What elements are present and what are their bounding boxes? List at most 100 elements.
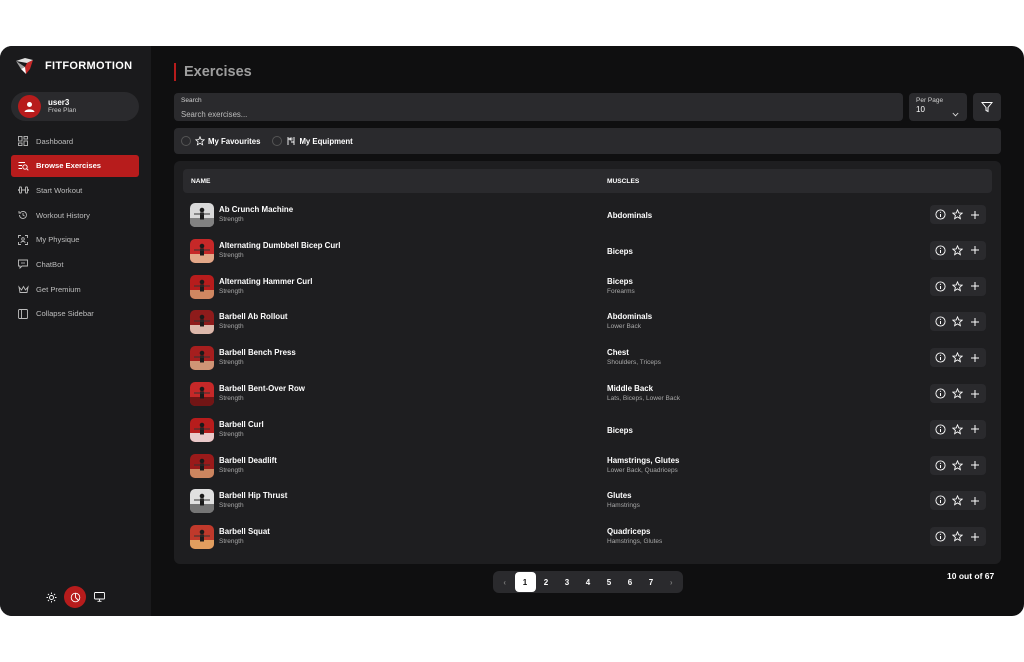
row-actions [930,312,986,332]
favourites-toggle[interactable]: My Favourites [181,136,260,146]
page-button-6[interactable]: 6 [620,572,641,592]
next-page-button[interactable]: › [662,572,682,592]
star-icon [952,531,964,542]
main-content: Exercises Search Per Page 10 My Favourit… [151,46,1024,616]
favourite-button[interactable] [951,208,965,222]
search-input[interactable] [181,110,896,119]
table-row[interactable]: Alternating Dumbbell Bicep Curl Strength B… [183,233,992,269]
exercise-name[interactable]: Alternating Hammer Curl [219,277,312,286]
sidebar-item-workout-history[interactable]: Workout History [11,204,139,226]
favourites-radio[interactable] [181,136,191,146]
equipment-radio[interactable] [272,136,283,146]
table-row[interactable]: Barbell Curl Strength Biceps [183,412,992,448]
sidebar-item-my-physique[interactable]: My Physique [11,229,139,251]
search-field[interactable]: Search [174,93,903,121]
add-button[interactable] [968,208,982,222]
exercise-name[interactable]: Barbell Bench Press [219,348,296,357]
favourite-button[interactable] [951,315,965,329]
exercise-name[interactable]: Barbell Ab Rollout [219,312,288,321]
primary-muscles: Abdominals [607,312,653,322]
add-button[interactable] [968,422,982,436]
primary-muscles: Abdominals [607,211,653,220]
page-button-1[interactable]: 1 [514,572,536,592]
table-row[interactable]: Barbell Deadlift Strength Hamstrings, Glut… [183,448,992,484]
info-button[interactable] [934,351,948,365]
moon-icon [70,592,80,602]
page-button-7[interactable]: 7 [641,572,662,592]
table-row[interactable]: Barbell Hip Thrust Strength Glutes Hamstrin… [183,483,992,519]
info-button[interactable] [934,387,948,401]
info-button[interactable] [934,279,948,293]
sidebar-item-chatbot[interactable]: ChatBot [11,253,139,275]
table-row[interactable]: Barbell Squat Strength Quadriceps Hamstring… [183,519,992,555]
page-button-4[interactable]: 4 [578,572,599,592]
add-button[interactable] [968,458,982,472]
favourite-button[interactable] [951,387,965,401]
brand-name: FITFORMOTION [45,60,133,72]
favourite-button[interactable] [951,458,965,472]
exercise-name[interactable]: Barbell Deadlift [219,456,277,465]
table-row[interactable]: Barbell Bent-Over Row Strength Middle Back… [183,376,992,412]
page-button-5[interactable]: 5 [599,572,620,592]
prev-page-button[interactable]: ‹ [495,572,515,592]
info-button[interactable] [934,422,948,436]
sidebar-item-label: Collapse Sidebar [36,309,94,319]
star-icon [952,280,964,292]
per-page-select[interactable]: Per Page 10 [909,93,967,121]
brand-logo[interactable]: FITFORMOTION [13,55,132,77]
favourite-button[interactable] [951,243,965,257]
exercise-name[interactable]: Alternating Dumbbell Bicep Curl [219,241,340,250]
exercise-name[interactable]: Ab Crunch Machine [219,205,293,214]
add-button[interactable] [968,279,982,293]
add-button[interactable] [968,530,982,544]
add-button[interactable] [968,351,982,365]
exercise-name[interactable]: Barbell Bent-Over Row [219,384,305,393]
favourite-button[interactable] [951,494,965,508]
favourite-button[interactable] [951,530,965,544]
filter-button[interactable] [973,93,1001,121]
add-button[interactable] [968,387,982,401]
info-button[interactable] [934,208,948,222]
info-button[interactable] [934,458,948,472]
table-row[interactable]: Alternating Hammer Curl Strength Biceps For… [183,269,992,305]
plus-icon [971,425,980,434]
info-button[interactable] [934,243,948,257]
chevron-down-icon [952,104,959,122]
filter-toggles: My Favourites My Equipment [174,128,1001,154]
add-button[interactable] [968,494,982,508]
row-actions [930,527,986,547]
user-card[interactable]: user3 Free Plan [11,92,139,121]
theme-dark-button[interactable] [64,586,86,608]
primary-muscles: Biceps [607,425,633,435]
theme-light-button[interactable] [40,586,62,608]
exercise-name[interactable]: Barbell Squat [219,527,270,536]
equipment-label: My Equipment [299,136,353,146]
pagination: ‹ 1234567 › [493,571,683,593]
theme-system-button[interactable] [88,586,110,608]
favourite-button[interactable] [951,351,965,365]
star-icon [952,352,964,363]
table-row[interactable]: Barbell Bench Press Strength Chest Shoulder… [183,340,992,376]
sidebar-item-dashboard[interactable]: Dashboard [11,130,139,152]
favourite-button[interactable] [951,422,965,436]
info-button[interactable] [934,315,948,329]
table-row[interactable]: Ab Crunch Machine Strength Abdominals [183,197,992,233]
equipment-toggle[interactable]: My Equipment [272,136,353,146]
page-button-2[interactable]: 2 [536,572,557,592]
page-button-3[interactable]: 3 [557,572,578,592]
sidebar-item-collapse-sidebar[interactable]: Collapse Sidebar [11,303,139,325]
favourite-button[interactable] [951,279,965,293]
exercise-thumbnail [190,525,214,550]
exercise-name[interactable]: Barbell Curl [219,420,264,429]
info-icon [935,281,946,292]
sidebar-item-get-premium[interactable]: Get Premium [11,278,139,300]
add-button[interactable] [968,243,982,257]
info-button[interactable] [934,494,948,508]
info-button[interactable] [934,530,948,544]
sidebar-item-start-workout[interactable]: Start Workout [11,179,139,201]
sidebar-item-browse-exercises[interactable]: Browse Exercises [11,154,139,177]
table-row[interactable]: Barbell Ab Rollout Strength Abdominals Lowe… [183,304,992,340]
exercise-name[interactable]: Barbell Hip Thrust [219,491,287,500]
exercise-thumbnail [190,274,214,299]
add-button[interactable] [968,315,982,329]
